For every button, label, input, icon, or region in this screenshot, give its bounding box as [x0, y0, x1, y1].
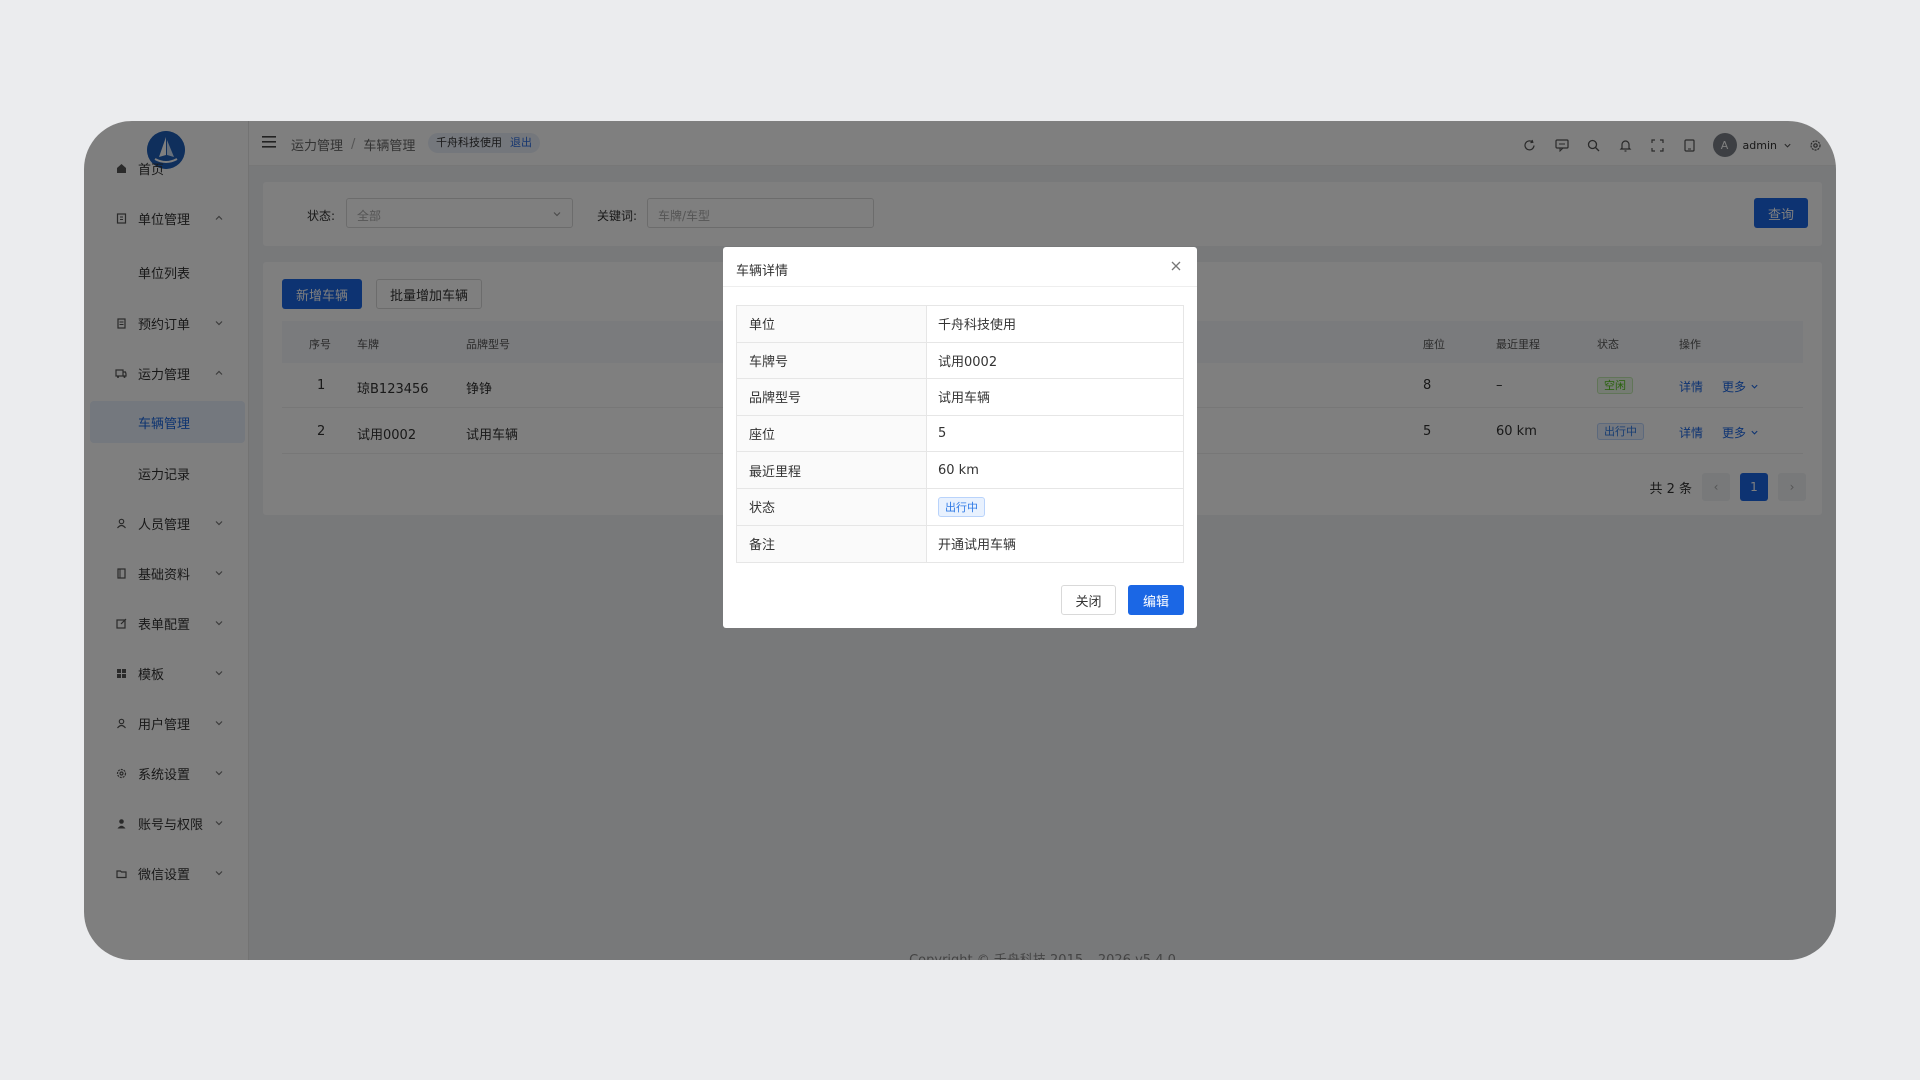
detail-row: 座位 5 [737, 415, 1183, 453]
detail-key: 单位 [737, 306, 927, 342]
detail-row: 状态 出行中 [737, 488, 1183, 526]
detail-row: 最近里程 60 km [737, 452, 1183, 489]
detail-key: 座位 [737, 415, 927, 452]
close-icon[interactable] [1169, 259, 1183, 273]
detail-value: 试用车辆 [938, 391, 991, 407]
detail-value: 开通试用车辆 [938, 538, 1017, 554]
detail-key: 最近里程 [737, 452, 927, 488]
dialog-divider [723, 286, 1197, 287]
detail-value: 千舟科技使用 [938, 318, 1017, 334]
detail-row: 品牌型号 试用车辆 [737, 379, 1183, 416]
vehicle-detail-dialog: 车辆详情 单位 千舟科技使用 车牌号 试用0002 品牌型号 试用车辆 座位 5… [723, 247, 1197, 628]
status-badge: 出行中 [938, 496, 985, 517]
detail-key: 品牌型号 [737, 379, 927, 415]
close-button[interactable]: 关闭 [1061, 585, 1116, 615]
detail-row: 备注 开通试用车辆 [737, 525, 1183, 563]
detail-key: 备注 [737, 525, 927, 563]
detail-value: 试用0002 [938, 354, 998, 370]
detail-table: 单位 千舟科技使用 车牌号 试用0002 品牌型号 试用车辆 座位 5 最近里程… [736, 305, 1184, 564]
detail-key: 车牌号 [737, 342, 927, 379]
detail-value: 60 km [938, 462, 979, 478]
edit-button[interactable]: 编辑 [1128, 585, 1184, 615]
detail-row: 单位 千舟科技使用 [737, 306, 1183, 343]
detail-row: 车牌号 试用0002 [737, 342, 1183, 380]
detail-key: 状态 [737, 488, 927, 525]
detail-value: 出行中 [927, 489, 1183, 525]
dialog-title: 车辆详情 [736, 264, 789, 279]
detail-value: 5 [938, 426, 947, 442]
